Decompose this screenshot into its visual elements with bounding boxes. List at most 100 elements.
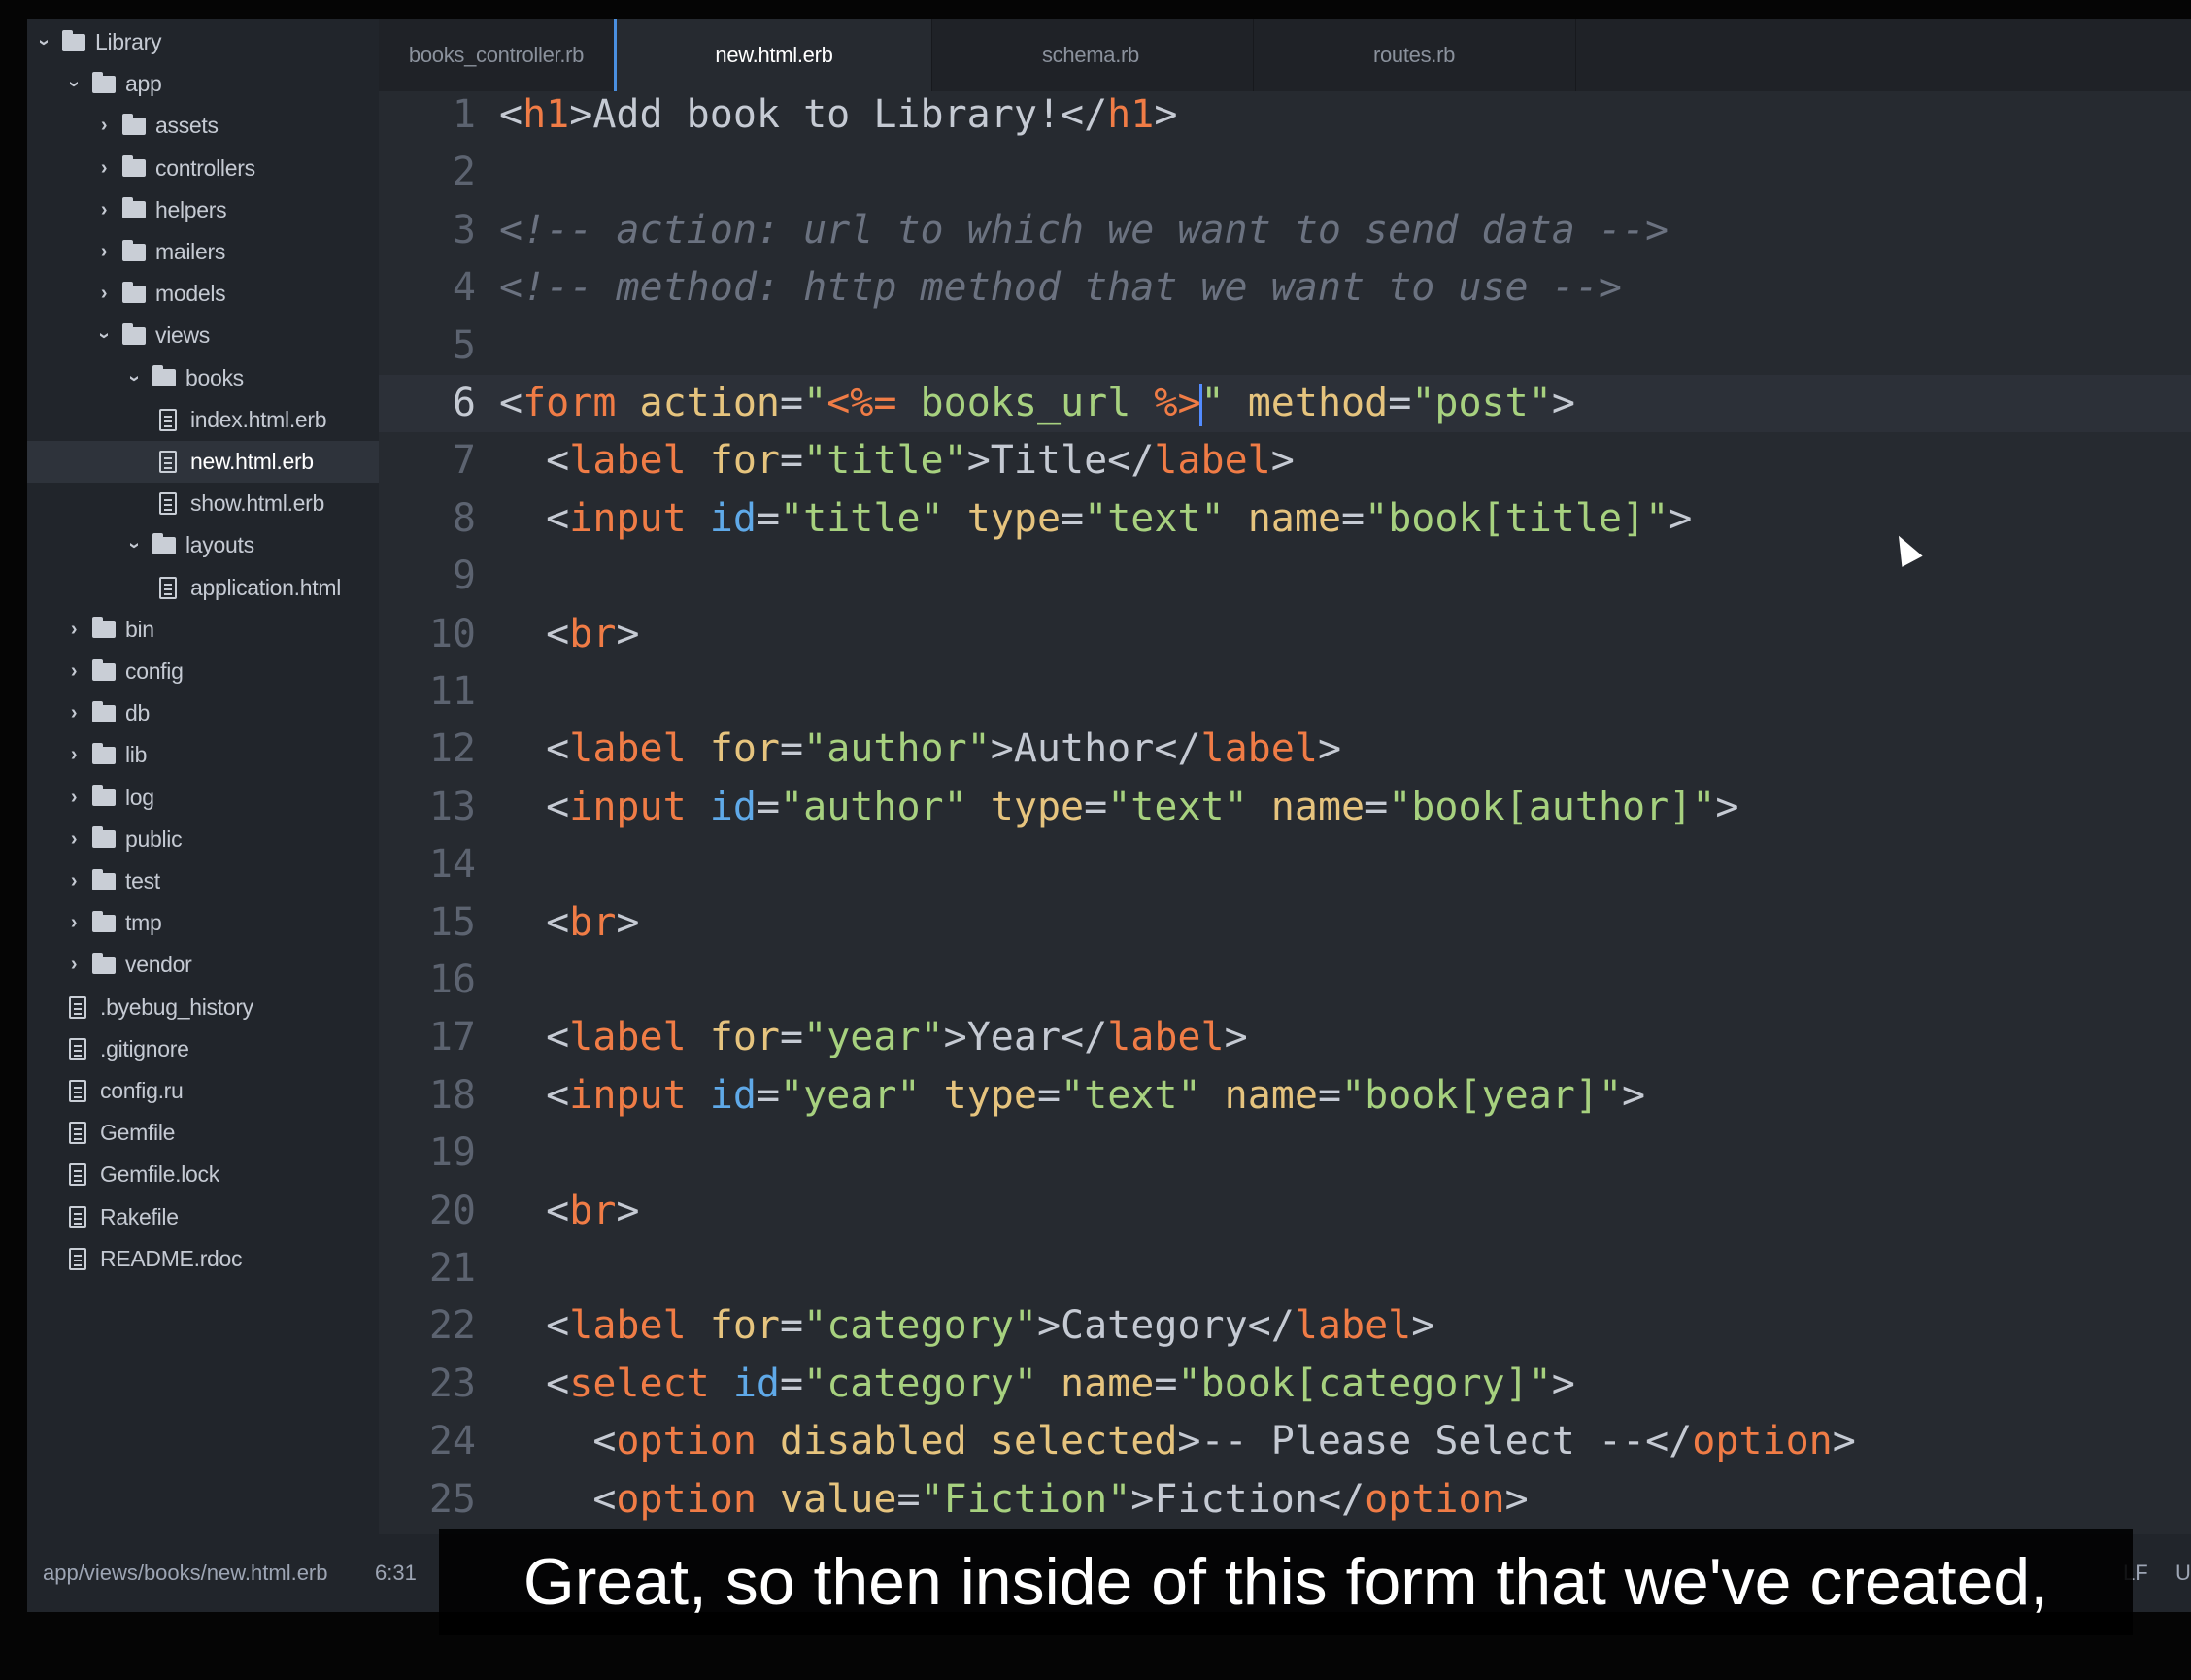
chevron-right-icon[interactable]: ›	[95, 283, 113, 305]
code-text: <!-- method: http method that we want to…	[499, 259, 1622, 317]
code-line[interactable]: 18 <input id="year" type="text" name="bo…	[379, 1067, 2191, 1125]
chevron-down-icon[interactable]: ›	[63, 76, 85, 93]
code-line[interactable]: 20 <br>	[379, 1183, 2191, 1240]
code-line[interactable]: 12 <label for="author">Author</label>	[379, 721, 2191, 778]
tree-folder[interactable]: › app	[27, 63, 379, 105]
chevron-right-icon[interactable]: ›	[95, 157, 113, 180]
chevron-right-icon[interactable]: ›	[65, 619, 83, 641]
tree-folder[interactable]: › db	[27, 692, 379, 734]
status-file-path[interactable]: app/views/books/new.html.erb	[43, 1534, 328, 1612]
tree-file[interactable]: new.html.erb	[27, 441, 379, 483]
chevron-right-icon[interactable]: ›	[65, 828, 83, 851]
chevron-down-icon[interactable]: ›	[123, 369, 146, 386]
code-line[interactable]: 5	[379, 318, 2191, 375]
code-line[interactable]: 13 <input id="author" type="text" name="…	[379, 779, 2191, 836]
tree-folder[interactable]: › test	[27, 860, 379, 902]
tab-books-controller-rb[interactable]: books_controller.rb	[379, 19, 615, 91]
code-line[interactable]: 24 <option disabled selected>-- Please S…	[379, 1413, 2191, 1470]
tree-folder[interactable]: › Library	[27, 21, 379, 63]
tree-folder[interactable]: › layouts	[27, 524, 379, 566]
code-token: =	[780, 438, 804, 484]
code-line[interactable]: 7 <label for="title">Title</label>	[379, 432, 2191, 489]
tree-folder[interactable]: › books	[27, 357, 379, 399]
tree-file[interactable]: Rakefile	[27, 1196, 379, 1238]
tree-folder[interactable]: › models	[27, 273, 379, 315]
tree-file[interactable]: .gitignore	[27, 1028, 379, 1070]
tab-schema-rb[interactable]: schema.rb	[928, 19, 1254, 91]
folder-icon	[92, 71, 116, 93]
code-line[interactable]: 11	[379, 663, 2191, 721]
code-editor[interactable]: 1 <h1>Add book to Library!</h1> 2 3 <!-- act…	[379, 91, 2191, 1534]
code-line[interactable]: 8 <input id="title" type="text" name="bo…	[379, 490, 2191, 548]
code-line[interactable]: 3 <!-- action: url to which we want to se…	[379, 202, 2191, 259]
tree-file[interactable]: config.ru	[27, 1070, 379, 1112]
tree-file[interactable]: index.html.erb	[27, 399, 379, 441]
code-token: >	[1270, 438, 1295, 484]
chevron-down-icon[interactable]: ›	[123, 537, 146, 554]
tree-file[interactable]: .byebug_history	[27, 987, 379, 1028]
code-line[interactable]: 17 <label for="year">Year</label>	[379, 1009, 2191, 1066]
code-token: <!-- method: http method that we want to…	[499, 265, 1622, 311]
code-line[interactable]: 22 <label for="category">Category</label…	[379, 1297, 2191, 1355]
tree-folder[interactable]: › vendor	[27, 944, 379, 986]
tree-folder[interactable]: › controllers	[27, 148, 379, 189]
code-token: label	[569, 726, 687, 772]
tree-folder[interactable]: › helpers	[27, 189, 379, 231]
tree-item-label: Gemfile	[100, 1120, 176, 1146]
chevron-right-icon[interactable]: ›	[95, 199, 113, 221]
code-line[interactable]: 19	[379, 1125, 2191, 1182]
code-token: label	[1294, 1303, 1412, 1349]
tree-file[interactable]: Gemfile.lock	[27, 1154, 379, 1195]
tree-folder[interactable]: › tmp	[27, 902, 379, 944]
line-number: 13	[428, 784, 476, 829]
chevron-right-icon[interactable]: ›	[65, 744, 83, 766]
code-line[interactable]: 9	[379, 548, 2191, 605]
chevron-right-icon[interactable]: ›	[65, 660, 83, 683]
tree-folder[interactable]: › config	[27, 651, 379, 692]
status-cursor-position[interactable]: 6:31	[375, 1534, 417, 1612]
code-token: <	[499, 726, 570, 772]
code-line[interactable]: 6 <form action="<%= books_url %>" method=…	[379, 375, 2191, 432]
tree-file[interactable]: Gemfile	[27, 1112, 379, 1154]
code-line[interactable]: 2	[379, 144, 2191, 201]
tree-folder[interactable]: › bin	[27, 609, 379, 651]
code-line[interactable]: 1 <h1>Add book to Library!</h1>	[379, 91, 2191, 144]
code-token: <	[499, 438, 570, 484]
tree-file[interactable]: README.rdoc	[27, 1238, 379, 1280]
code-token: name	[1270, 784, 1365, 829]
folder-icon	[152, 365, 176, 387]
chevron-right-icon[interactable]: ›	[65, 870, 83, 892]
code-line[interactable]: 23 <select id="category" name="book[cate…	[379, 1356, 2191, 1413]
chevron-right-icon[interactable]: ›	[95, 241, 113, 263]
code-line[interactable]: 4 <!-- method: http method that we want t…	[379, 259, 2191, 317]
tab-new-html-erb[interactable]: new.html.erb	[614, 19, 932, 91]
tree-folder[interactable]: › log	[27, 777, 379, 819]
tree-folder[interactable]: › views	[27, 315, 379, 356]
chevron-right-icon[interactable]: ›	[65, 912, 83, 934]
chevron-right-icon[interactable]: ›	[65, 702, 83, 724]
code-line[interactable]: 25 <option value="Fiction">Fiction</opti…	[379, 1471, 2191, 1529]
tree-folder[interactable]: › assets	[27, 105, 379, 147]
code-token: "book[year]"	[1341, 1072, 1623, 1118]
chevron-down-icon[interactable]: ›	[93, 327, 116, 345]
chevron-right-icon[interactable]: ›	[65, 787, 83, 809]
tree-file[interactable]: application.html	[27, 567, 379, 609]
code-line[interactable]: 14	[379, 836, 2191, 893]
chevron-right-icon[interactable]: ›	[95, 115, 113, 137]
folder-icon	[122, 197, 146, 219]
code-line[interactable]: 10 <br>	[379, 606, 2191, 663]
tree-file[interactable]: show.html.erb	[27, 483, 379, 524]
code-line[interactable]: 21	[379, 1240, 2191, 1297]
tree-folder[interactable]: › lib	[27, 734, 379, 776]
status-encoding[interactable]: U	[2175, 1534, 2191, 1612]
chevron-down-icon[interactable]: ›	[33, 34, 55, 51]
code-line[interactable]: 16	[379, 952, 2191, 1009]
tree-folder[interactable]: › mailers	[27, 231, 379, 273]
tab-routes-rb[interactable]: routes.rb	[1253, 19, 1576, 91]
code-line[interactable]: 15 <br>	[379, 894, 2191, 952]
code-token: =	[780, 1361, 804, 1406]
tree-folder[interactable]: › public	[27, 819, 379, 860]
line-number: 4	[452, 265, 476, 311]
chevron-right-icon[interactable]: ›	[65, 954, 83, 976]
